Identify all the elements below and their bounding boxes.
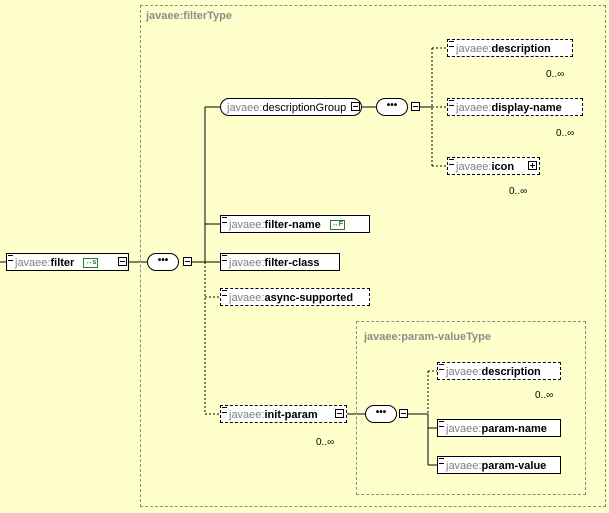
group-display-name-name: display-name [491,102,562,114]
param-sequence-icon[interactable]: ••• [365,405,397,423]
group-description-ns: javaee: [456,43,492,55]
param-name-element[interactable]: javaee:param-name [437,419,561,437]
group-icon-name: icon [491,161,515,173]
group-sequence-collapse-icon[interactable] [411,102,420,111]
init-param-cardinality: 0..∞ [316,437,335,448]
param-value-element[interactable]: javaee:param-value [437,456,561,474]
icon-expand-icon[interactable] [528,161,537,170]
async-supported-ns: javaee: [229,292,265,304]
param-name-name: param-name [481,423,547,435]
filter-element[interactable]: javaee:filter ↔s [6,253,129,271]
description-group-ns: javaee: [227,102,263,114]
filter-name-element[interactable]: javaee:filter-name ↔F [220,215,370,233]
group-display-name-ns: javaee: [456,102,492,114]
group-icon-cardinality: 0..∞ [509,186,528,197]
filter-type-label: javaee:filterType [146,10,233,22]
init-param-collapse-icon[interactable] [335,409,344,418]
filter-class-name: filter-class [264,257,320,269]
async-supported-element[interactable]: javaee:async-supported [220,288,370,306]
type-badge-icon: ↔s [83,258,99,269]
init-param-ns: javaee: [229,409,265,421]
param-name-ns: javaee: [446,423,482,435]
filter-sequence-collapse-icon[interactable] [183,257,192,266]
type-badge-icon: ↔F [329,220,346,231]
group-display-name[interactable]: javaee:display-name [447,98,583,116]
group-icon-ns: javaee: [456,161,492,173]
filter-class-ns: javaee: [229,257,265,269]
init-param-name: init-param [264,409,318,421]
param-value-name: param-value [481,460,547,472]
param-value-type-label: javaee:param-valueType [364,331,491,343]
async-supported-name: async-supported [264,292,354,304]
filter-name-name: filter-name [264,219,321,231]
group-display-name-cardinality: 0..∞ [556,128,575,139]
param-description-cardinality: 0..∞ [535,390,554,401]
param-sequence-symbol: ••• [375,407,387,418]
filter-sequence-icon[interactable]: ••• [147,253,179,271]
description-group[interactable]: javaee:descriptionGroup [220,98,362,116]
group-sequence-symbol: ••• [386,100,398,111]
group-description-cardinality: 0..∞ [546,69,565,80]
param-value-ns: javaee: [446,460,482,472]
group-description-name: description [491,43,551,55]
group-icon[interactable]: javaee:icon [447,157,540,175]
filter-element-name: filter [50,257,75,269]
filter-class-element[interactable]: javaee:filter-class [220,253,340,271]
param-description[interactable]: javaee:description [437,362,561,380]
param-description-name: description [481,366,541,378]
filter-collapse-icon[interactable] [118,257,127,266]
filter-sequence-symbol: ••• [157,255,169,266]
param-description-ns: javaee: [446,366,482,378]
group-description[interactable]: javaee:description [447,39,573,57]
filter-name-ns: javaee: [229,219,265,231]
description-group-name: descriptionGroup [262,102,347,114]
description-group-collapse-icon[interactable] [351,102,360,111]
init-param-element[interactable]: javaee:init-param [220,405,347,423]
group-sequence-icon[interactable]: ••• [376,98,408,116]
param-sequence-collapse-icon[interactable] [399,409,408,418]
filter-element-ns: javaee: [15,257,51,269]
